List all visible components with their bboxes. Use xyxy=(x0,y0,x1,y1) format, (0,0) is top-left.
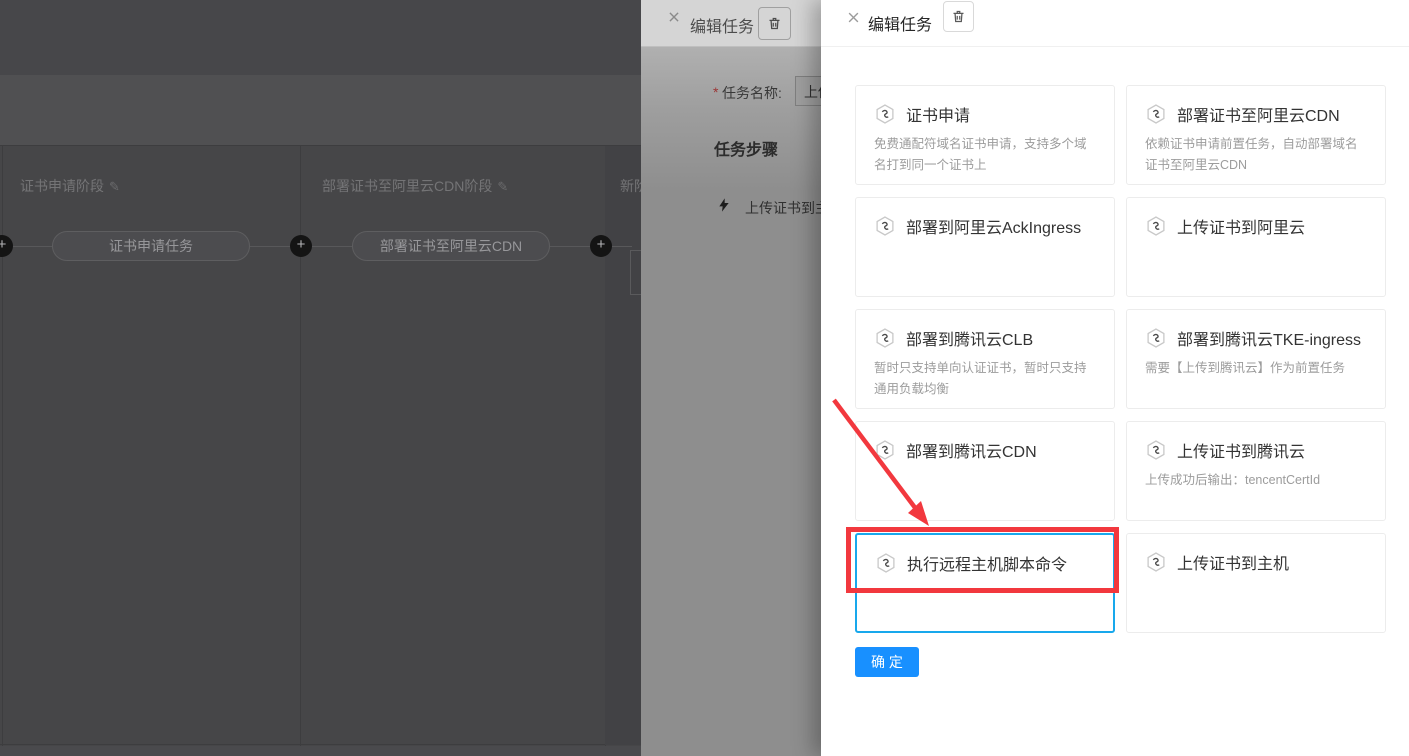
edit-pencil-icon[interactable]: ✎ xyxy=(497,179,508,194)
task-card[interactable]: 部署到阿里云AckIngress xyxy=(855,197,1115,297)
task-card[interactable]: 部署到腾讯云CLB暂时只支持单向认证证书，暂时只支持通用负载均衡 xyxy=(855,309,1115,409)
task-card-description: 需要【上传到腾讯云】作为前置任务 xyxy=(1127,350,1385,379)
close-icon[interactable] xyxy=(667,10,681,24)
task-card-description: 依赖证书申请前置任务，自动部署域名证书至阿里云CDN xyxy=(1127,126,1385,176)
lightning-icon xyxy=(716,197,732,213)
add-task-button[interactable]: + xyxy=(590,235,612,257)
task-card-title: 部署到腾讯云TKE-ingress xyxy=(1177,326,1361,350)
delete-task-button[interactable] xyxy=(943,1,974,32)
plugin-hexagon-icon xyxy=(1145,215,1167,237)
task-card-title: 上传证书到主机 xyxy=(1177,550,1289,574)
plugin-hexagon-icon xyxy=(1145,551,1167,573)
trash-icon xyxy=(767,16,782,31)
plugin-hexagon-icon xyxy=(874,327,896,349)
confirm-button[interactable]: 确 定 xyxy=(855,647,919,677)
add-task-button[interactable]: + xyxy=(290,235,312,257)
task-card-title: 部署证书至阿里云CDN xyxy=(1177,102,1340,126)
task-card[interactable]: 上传证书到腾讯云上传成功后输出：tencentCertId xyxy=(1126,421,1386,521)
task-card-description: 暂时只支持单向认证证书，暂时只支持通用负载均衡 xyxy=(856,350,1114,400)
plugin-hexagon-icon xyxy=(875,552,897,574)
task-steps-heading: 任务步骤 xyxy=(714,136,778,160)
task-name-input[interactable]: 上传 xyxy=(795,76,821,106)
edit-task-drawer: 编辑任务 证书申请免费通配符域名证书申请，支持多个域名打到同一个证书上部署证书至… xyxy=(821,0,1409,756)
trash-icon xyxy=(951,9,966,24)
task-card[interactable]: 执行远程主机脚本命令 xyxy=(855,533,1115,633)
task-card-title: 部署到腾讯云CLB xyxy=(906,326,1033,350)
plugin-hexagon-icon xyxy=(1145,327,1167,349)
stage-title-2: 部署证书至阿里云CDN阶段✎ xyxy=(322,176,508,196)
drawer-title: 编辑任务 xyxy=(690,13,754,37)
connector-line xyxy=(612,246,632,247)
stage-title-1: 证书申请阶段✎ xyxy=(20,176,120,196)
close-icon[interactable] xyxy=(846,10,861,25)
task-card-title: 部署到腾讯云CDN xyxy=(906,438,1037,462)
required-mark: * xyxy=(713,84,718,100)
task-card[interactable]: 证书申请免费通配符域名证书申请，支持多个域名打到同一个证书上 xyxy=(855,85,1115,185)
connector-line xyxy=(10,246,52,247)
task-pill-deploy-cdn[interactable]: 部署证书至阿里云CDN xyxy=(352,231,550,261)
connector-line xyxy=(312,246,352,247)
task-card[interactable]: 上传证书到阿里云 xyxy=(1126,197,1386,297)
edit-task-drawer-dimmed: 编辑任务 * 任务名称: 上传 任务步骤 上传证书到主机 xyxy=(641,0,821,756)
task-pill-certificate-apply[interactable]: 证书申请任务 xyxy=(52,231,250,261)
task-name-label: 任务名称: xyxy=(722,83,782,103)
task-card-title: 上传证书到腾讯云 xyxy=(1177,438,1305,462)
step-label: 上传证书到主机 xyxy=(745,198,821,218)
task-card-title: 部署到阿里云AckIngress xyxy=(906,214,1081,238)
new-stage-column xyxy=(605,146,641,745)
drawer-title: 编辑任务 xyxy=(868,11,932,35)
task-card-title: 上传证书到阿里云 xyxy=(1177,214,1305,238)
task-card-description: 上传成功后输出：tencentCertId xyxy=(1127,462,1385,491)
edit-pencil-icon[interactable]: ✎ xyxy=(109,179,120,194)
plugin-hexagon-icon xyxy=(1145,103,1167,125)
delete-task-button[interactable] xyxy=(758,7,791,40)
task-card[interactable]: 部署证书至阿里云CDN依赖证书申请前置任务，自动部署域名证书至阿里云CDN xyxy=(1126,85,1386,185)
plugin-hexagon-icon xyxy=(874,439,896,461)
plugin-hexagon-icon xyxy=(874,215,896,237)
plugin-hexagon-icon xyxy=(1145,439,1167,461)
task-card-title: 执行远程主机脚本命令 xyxy=(907,551,1067,575)
task-card[interactable]: 部署到腾讯云TKE-ingress需要【上传到腾讯云】作为前置任务 xyxy=(1126,309,1386,409)
task-card[interactable]: 部署到腾讯云CDN xyxy=(855,421,1115,521)
task-card-title: 证书申请 xyxy=(906,102,970,126)
task-card[interactable]: 上传证书到主机 xyxy=(1126,533,1386,633)
task-card-description: 免费通配符域名证书申请，支持多个域名打到同一个证书上 xyxy=(856,126,1114,176)
plugin-hexagon-icon xyxy=(874,103,896,125)
